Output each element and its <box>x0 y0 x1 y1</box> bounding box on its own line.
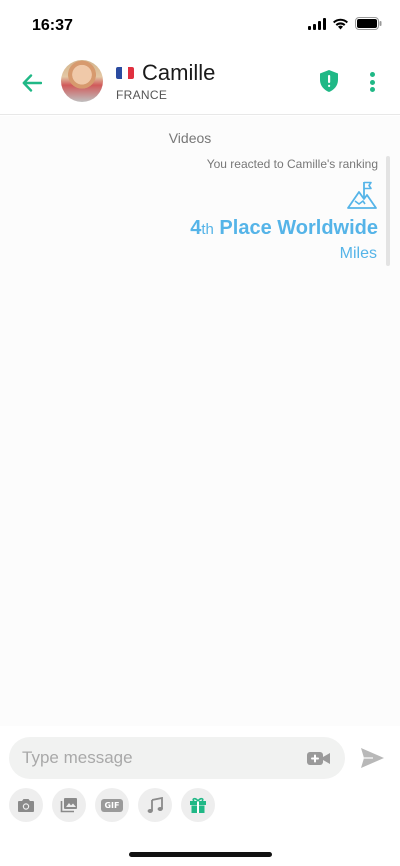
gallery-button[interactable] <box>52 788 86 822</box>
more-options-button[interactable] <box>362 70 382 94</box>
shield-icon <box>320 70 338 92</box>
message-composer: GIF <box>0 726 400 866</box>
ranking-unit: Miles <box>339 245 377 262</box>
home-indicator[interactable] <box>129 852 272 857</box>
message-box <box>9 737 345 779</box>
attachment-toolbar: GIF <box>9 788 215 822</box>
send-icon <box>361 748 384 768</box>
battery-icon <box>355 17 382 35</box>
gallery-icon <box>60 798 77 813</box>
cellular-signal-icon <box>308 17 326 35</box>
avatar[interactable] <box>61 60 103 102</box>
reaction-note: You reacted to Camille's ranking <box>206 157 378 171</box>
send-button[interactable] <box>359 746 385 770</box>
message-input[interactable] <box>22 748 282 768</box>
music-button[interactable] <box>138 788 172 822</box>
ranking-position[interactable]: 4th Place Worldwide <box>190 217 378 240</box>
gif-icon: GIF <box>101 798 123 812</box>
shield-button[interactable] <box>318 69 340 93</box>
back-button[interactable] <box>18 69 46 97</box>
chat-header: Camille FRANCE <box>0 50 400 115</box>
camera-button[interactable] <box>9 788 43 822</box>
arrow-left-icon <box>22 74 42 92</box>
france-flag-icon <box>116 67 134 79</box>
video-call-button[interactable] <box>306 748 332 768</box>
status-bar: 16:37 <box>0 0 400 50</box>
ranking-text: Place Worldwide <box>213 217 378 239</box>
contact-country: FRANCE <box>116 88 168 102</box>
music-note-icon <box>147 796 163 813</box>
camera-icon <box>18 798 34 812</box>
status-icons <box>308 17 382 35</box>
chat-area[interactable]: Videos You reacted to Camille's ranking … <box>0 116 400 726</box>
ranking-number: 4 <box>190 217 202 239</box>
gift-button[interactable] <box>181 788 215 822</box>
ranking-suffix: th <box>201 221 214 238</box>
status-time: 16:37 <box>32 17 73 34</box>
contact-name[interactable]: Camille <box>142 60 215 86</box>
scrollbar[interactable] <box>386 156 390 266</box>
mountain-flag-icon <box>346 180 378 210</box>
video-call-icon <box>307 752 330 765</box>
section-label: Videos <box>168 130 212 146</box>
gift-icon <box>190 797 206 813</box>
gif-button[interactable]: GIF <box>95 788 129 822</box>
wifi-icon <box>332 17 349 35</box>
more-vertical-icon <box>369 72 375 77</box>
